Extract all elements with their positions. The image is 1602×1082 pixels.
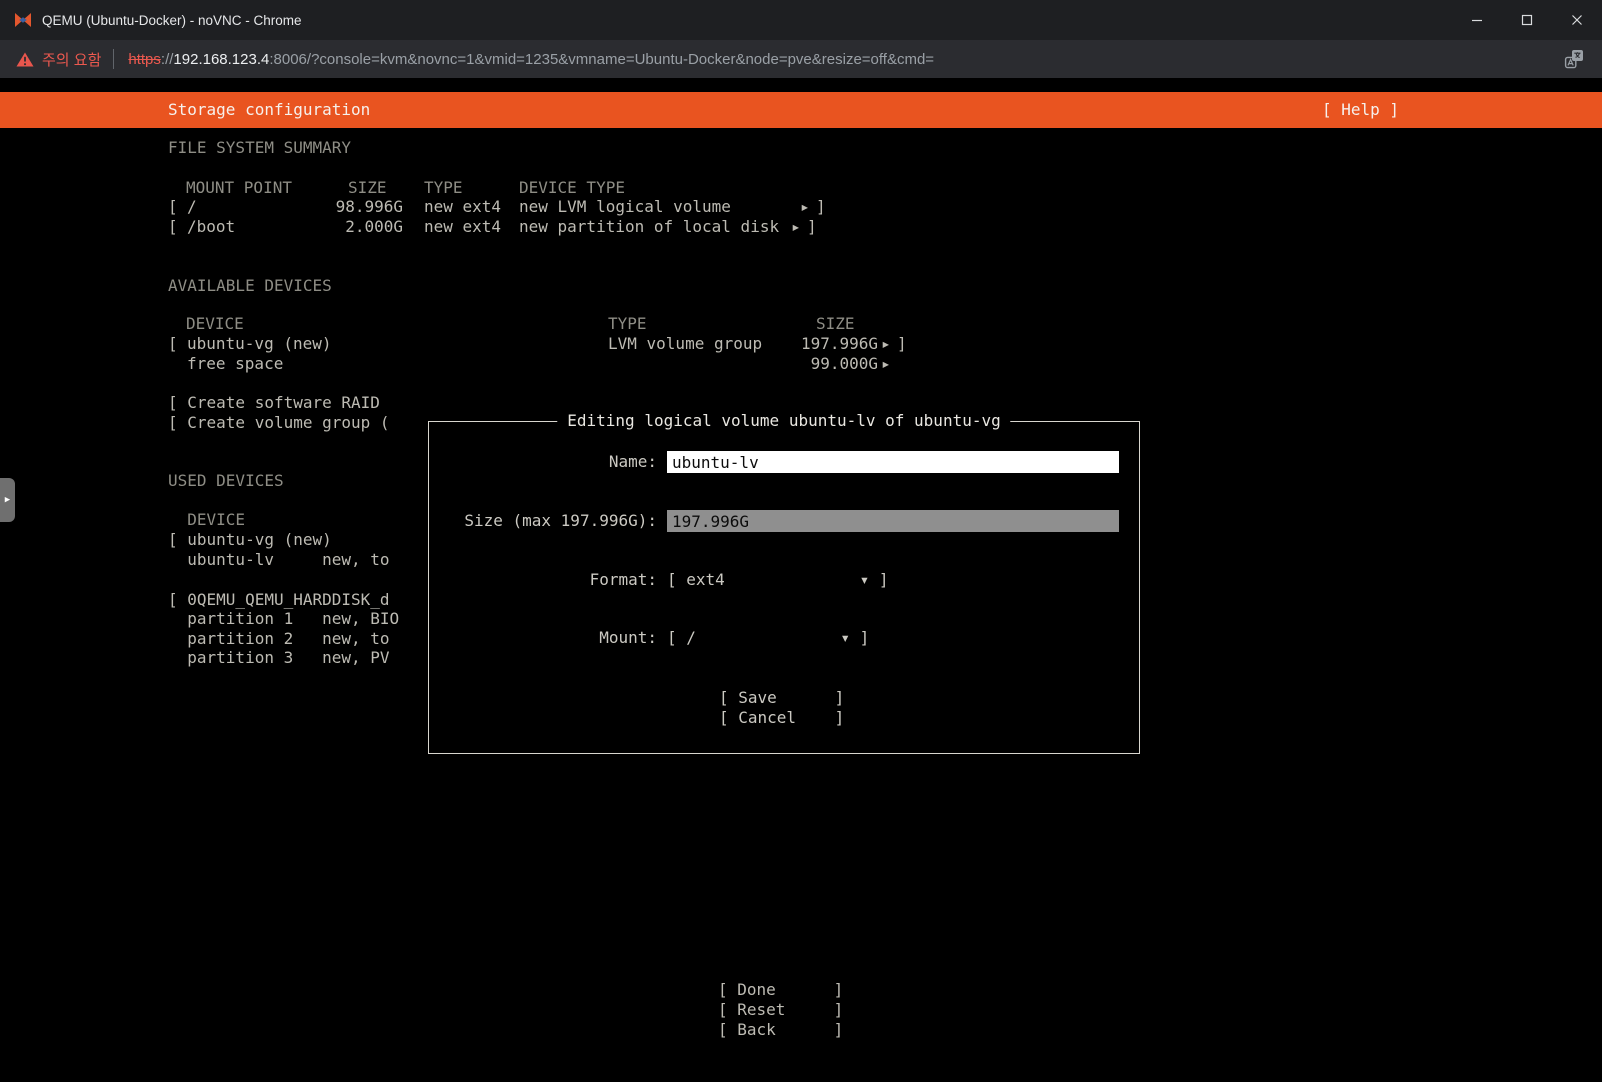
name-input[interactable]	[667, 451, 1119, 473]
vg-row-open-bracket: [	[168, 334, 178, 353]
fs-row-boot-size: 2.000G	[345, 217, 403, 236]
fs-row-boot-open-bracket: [	[168, 217, 178, 236]
help-button[interactable]: [ Help ]	[1322, 92, 1399, 128]
name-label: Name:	[608, 452, 657, 471]
format-dropdown[interactable]: [ ext4 ▾ ]	[667, 570, 889, 590]
used-row-partition-2[interactable]: partition 2 new, to	[168, 629, 389, 649]
fs-row-root-open-bracket: [	[168, 197, 178, 216]
novnc-viewport: Storage configuration [ Help ] FILE SYST…	[0, 78, 1602, 1082]
minimize-button[interactable]	[1452, 0, 1502, 40]
window-title: QEMU (Ubuntu-Docker) - noVNC - Chrome	[42, 12, 302, 28]
fs-row-boot-device: new partition of local disk	[519, 217, 780, 236]
window-controls	[1452, 0, 1602, 40]
available-devices-heading: AVAILABLE DEVICES	[168, 276, 332, 295]
fs-col-size: SIZE	[348, 178, 387, 197]
not-secure-label[interactable]: 주의 요함	[42, 49, 101, 70]
close-button[interactable]	[1552, 0, 1602, 40]
used-devices-heading: USED DEVICES	[168, 471, 284, 490]
fs-col-type: TYPE	[424, 178, 463, 197]
back-button[interactable]: [ Back ]	[718, 1020, 843, 1040]
vg-row-device: ubuntu-vg (new)	[187, 334, 332, 353]
fs-row-root-device: new LVM logical volume	[519, 197, 731, 216]
edit-lv-dialog: Editing logical volume ubuntu-lv of ubun…	[428, 411, 1140, 754]
available-col-type: TYPE	[608, 314, 647, 333]
create-software-raid-button[interactable]: [ Create software RAID	[168, 393, 380, 413]
fs-row-root-close-bracket: ]	[816, 197, 826, 216]
format-label: Format:	[589, 570, 657, 589]
fs-summary-heading: FILE SYSTEM SUMMARY	[168, 138, 352, 157]
fs-row-root-mount: /	[187, 197, 197, 216]
browser-window: QEMU (Ubuntu-Docker) - noVNC - Chrome 주의…	[0, 0, 1602, 1082]
reset-button[interactable]: [ Reset ]	[718, 1000, 843, 1020]
mount-label: Mount:	[599, 628, 657, 647]
omnibox-toolbar: 주의 요함 https://192.168.123.4:8006/?consol…	[0, 40, 1602, 78]
fs-col-device: DEVICE TYPE	[519, 178, 625, 197]
vg-row-expand-icon[interactable]: ▸	[881, 334, 891, 354]
translate-icon[interactable]	[1564, 49, 1584, 69]
cancel-button[interactable]: [ Cancel ]	[719, 708, 844, 728]
used-row-ubuntu-lv[interactable]: ubuntu-lv new, to	[168, 550, 389, 570]
novnc-control-handle[interactable]: ▶	[0, 478, 15, 522]
used-row-ubuntu-vg[interactable]: [ ubuntu-vg (new)	[168, 530, 332, 550]
fs-row-boot-close-bracket: ]	[807, 217, 817, 236]
titlebar: QEMU (Ubuntu-Docker) - noVNC - Chrome	[0, 0, 1602, 40]
size-label: Size (max 197.996G):	[464, 511, 657, 530]
save-button[interactable]: [ Save ]	[719, 688, 844, 708]
done-button[interactable]: [ Done ]	[718, 980, 843, 1000]
url-text[interactable]: https://192.168.123.4:8006/?console=kvm&…	[128, 51, 934, 68]
size-input[interactable]	[667, 510, 1119, 532]
url-scheme: https	[128, 50, 161, 68]
storage-header-bar: Storage configuration [ Help ]	[0, 92, 1602, 128]
used-row-partition-1[interactable]: partition 1 new, BIO	[168, 609, 399, 629]
fs-row-root-type: new ext4	[424, 197, 502, 216]
fs-row-boot-expand-icon[interactable]: ▸	[791, 217, 801, 237]
fs-row-boot-type: new ext4	[424, 217, 502, 236]
fs-col-mount: MOUNT POINT	[186, 178, 292, 197]
used-row-partition-3[interactable]: partition 3 new, PV	[168, 648, 389, 668]
fs-row-boot-mount: /boot	[187, 217, 236, 236]
url-separator: ://	[160, 50, 174, 68]
omnibox-divider	[113, 49, 115, 69]
vg-row-close-bracket: ]	[897, 334, 907, 353]
used-row-harddisk[interactable]: [ 0QEMU_QEMU_HARDDISK_d	[168, 590, 390, 610]
maximize-button[interactable]	[1502, 0, 1552, 40]
vg-row-size: 197.996G	[800, 334, 878, 353]
create-volume-group-button[interactable]: [ Create volume group (	[168, 413, 390, 433]
fs-row-root-size: 98.996G	[335, 197, 403, 216]
available-col-size: SIZE	[816, 314, 855, 333]
free-space-size: 99.000G	[810, 354, 878, 373]
mount-dropdown[interactable]: [ / ▾ ]	[667, 628, 869, 648]
vg-row-type: LVM volume group	[608, 334, 763, 353]
used-table-columns: DEVICE	[168, 510, 246, 529]
dialog-title: Editing logical volume ubuntu-lv of ubun…	[557, 411, 1011, 431]
url-host: 192.168.123.4	[173, 50, 270, 68]
url-path: :8006/?console=kvm&novnc=1&vmid=1235&vmn…	[269, 50, 935, 68]
available-col-device: DEVICE	[186, 314, 244, 333]
not-secure-warning-icon[interactable]	[16, 52, 34, 67]
free-space-expand-icon[interactable]: ▸	[881, 354, 891, 374]
novnc-favicon-icon	[14, 12, 32, 28]
free-space-label: free space	[187, 354, 284, 373]
fs-row-root-expand-icon[interactable]: ▸	[800, 197, 810, 217]
page-title: Storage configuration	[168, 100, 371, 119]
expand-arrow-icon: ▶	[4, 495, 11, 505]
